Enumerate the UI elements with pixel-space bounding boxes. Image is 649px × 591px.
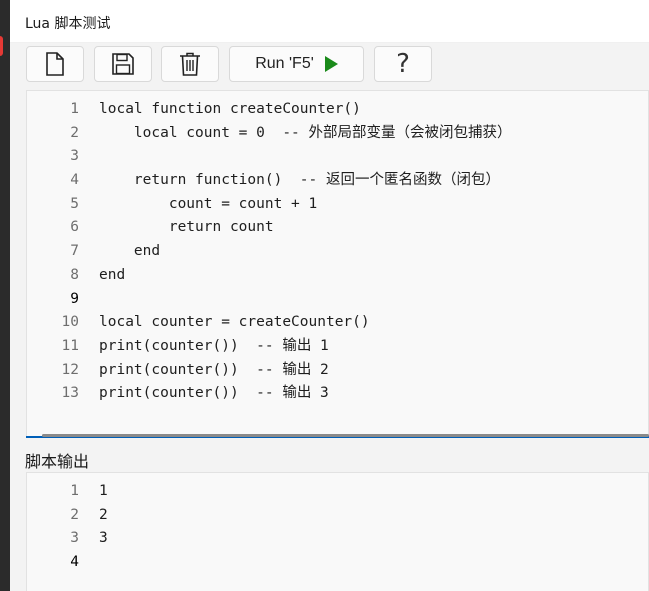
code-line: 3 [27,145,648,169]
line-text: 3 [99,530,108,547]
code-line: 1 local function createCounter() [27,98,648,122]
output-lines: 1122334 [27,480,648,575]
background-badge [0,36,3,56]
new-file-icon [46,52,64,76]
line-text: print(counter()) -- 输出 1 [99,337,329,354]
code-line: 5 count = count + 1 [27,193,648,217]
line-number: 9 [70,290,79,307]
run-button[interactable]: Run 'F5' [229,46,364,82]
line-text: return count [99,219,274,236]
help-button[interactable]: ? [374,46,432,82]
code-line: 4 return function() -- 返回一个匿名函数（闭包） [27,169,648,193]
background-window-strip [0,0,10,591]
line-number: 11 [61,337,79,354]
output-line: 11 [27,480,648,504]
line-number: 3 [70,148,79,165]
trash-icon [180,52,200,76]
run-button-label: Run 'F5' [255,55,314,72]
code-line: 10 local counter = createCounter() [27,311,648,335]
editor-horizontal-scrollbar[interactable] [42,434,649,437]
line-number: 2 [70,124,79,141]
code-editor[interactable]: 1 local function createCounter() 2 local c… [26,90,649,438]
line-number: 4 [70,172,79,189]
line-text: end [99,243,161,260]
line-number: 6 [70,219,79,236]
delete-button[interactable] [161,46,219,82]
output-line: 4 [27,551,648,575]
line-number: 13 [61,385,79,402]
new-file-button[interactable] [26,46,84,82]
code-line: 13 print(counter()) -- 输出 3 [27,382,648,406]
help-icon: ? [396,49,410,79]
title-bar: Lua 脚本测试 [10,0,649,43]
output-line: 22 [27,504,648,528]
code-line: 11 print(counter()) -- 输出 1 [27,335,648,359]
line-text: count = count + 1 [99,195,318,212]
line-text: 1 [99,483,108,499]
line-number: 12 [61,361,79,378]
line-number: 3 [70,530,79,547]
window-title: Lua 脚本测试 [25,16,111,32]
code-line: 12 print(counter()) -- 输出 2 [27,359,648,383]
code-lines: 1 local function createCounter() 2 local c… [27,98,648,406]
line-text: end [99,266,126,283]
line-text: local function createCounter() [99,101,361,117]
save-icon [112,53,134,75]
line-number: 7 [70,243,79,260]
line-text: local counter = createCounter() [99,314,370,331]
line-number: 1 [70,101,79,117]
toolbar: Run 'F5' ? [10,42,649,90]
line-text: return function() -- 返回一个匿名函数（闭包） [99,172,500,189]
output-label: 脚本输出 [25,452,90,471]
code-line: 9 [27,288,648,312]
line-text: local count = 0 -- 外部局部变量（会被闭包捕获） [99,124,512,141]
code-line: 2 local count = 0 -- 外部局部变量（会被闭包捕获） [27,122,648,146]
script-output-panel[interactable]: 1122334 [26,472,649,591]
app-window: Lua 脚本测试 Run 'F5' ? 1 local function cre… [10,0,649,591]
output-line: 33 [27,527,648,551]
line-number: 8 [70,266,79,283]
save-button[interactable] [94,46,152,82]
code-line: 7 end [27,240,648,264]
line-number: 2 [70,506,79,523]
line-text: 2 [99,506,108,523]
line-number: 4 [70,554,79,571]
code-line: 6 return count [27,216,648,240]
line-number: 1 [70,483,79,499]
code-line: 8 end [27,264,648,288]
line-text: print(counter()) -- 输出 3 [99,385,329,402]
line-number: 5 [70,195,79,212]
play-icon [324,56,338,72]
line-text: print(counter()) -- 输出 2 [99,361,329,378]
line-number: 10 [61,314,79,331]
